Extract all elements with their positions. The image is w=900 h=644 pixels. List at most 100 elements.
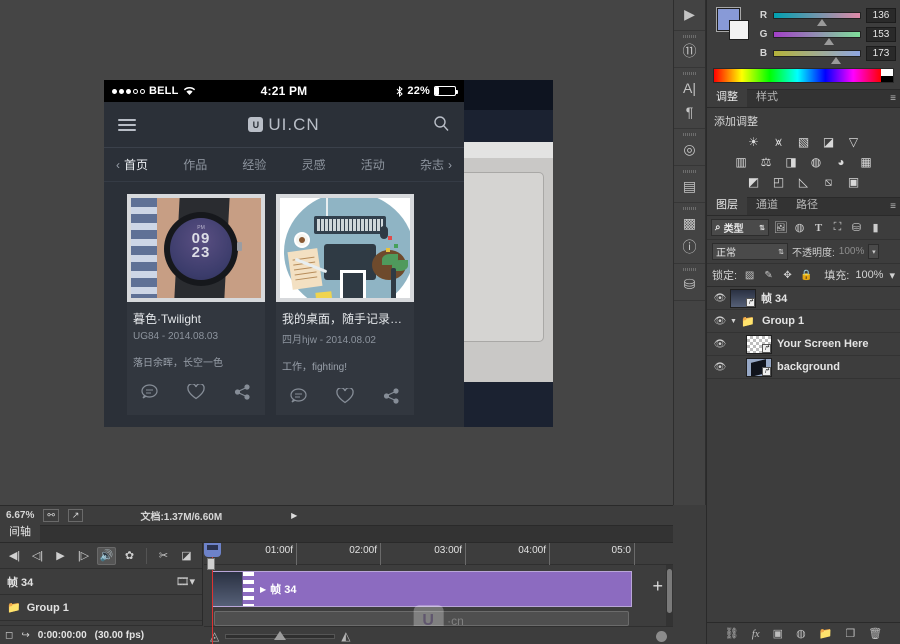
actions-icon[interactable]: ⛁ — [674, 272, 705, 296]
card-item[interactable]: 我的桌面，随手记录… 四月hjw - 2014.08.02 工作，fightin… — [276, 194, 414, 415]
timeline-vertical-scrollbar[interactable] — [666, 565, 673, 626]
filter-adjustment-icon[interactable]: ◍ — [792, 220, 807, 235]
properties-icon[interactable]: ▩ — [674, 211, 705, 235]
character-icon[interactable]: A| — [674, 76, 705, 100]
transition-icon[interactable]: ◪ — [177, 547, 196, 565]
heart-icon[interactable] — [336, 388, 354, 407]
layer-visibility-icon[interactable]: 👁 — [710, 293, 730, 304]
comment-icon[interactable] — [290, 388, 307, 406]
card-thumbnail[interactable]: PM 0923 — [127, 194, 265, 302]
layer-row-your-screen-here[interactable]: 👁 ↱ Your Screen Here — [707, 333, 900, 356]
timeline-transport-controls[interactable]: ◀| ◁| ▶ |▷ 🔊 ✿ ✂ ◪ — [0, 543, 202, 569]
play-arrow-icon[interactable]: ▶ — [291, 511, 297, 520]
filter-shape-icon[interactable]: ⛶ — [830, 220, 845, 235]
color-swatches[interactable] — [717, 8, 751, 40]
timeline-current-time[interactable]: 0:00:00:00 — [38, 630, 87, 641]
hue-saturation-icon[interactable]: ▥ — [732, 154, 750, 170]
layer-row-group1[interactable]: 👁 ▼ 📁 Group 1 — [707, 310, 900, 333]
tab-layers[interactable]: 图层 — [707, 194, 747, 215]
red-slider-track[interactable] — [773, 12, 861, 19]
category-tabs[interactable]: ‹ 首页 作品 经验 灵感 活动 杂志 › — [104, 148, 464, 182]
zoom-in-icon[interactable]: ◭ — [341, 629, 350, 643]
tab-timeline[interactable]: 间轴 — [0, 521, 40, 542]
panel-menu-icon[interactable]: ≡ — [890, 201, 896, 212]
curves-icon[interactable]: ▧ — [795, 134, 813, 150]
zoom-level-label[interactable]: 6.67% — [6, 510, 34, 521]
render-icon[interactable]: ↪ — [21, 630, 29, 641]
fill-stepper[interactable]: ▾ — [889, 269, 895, 282]
heart-icon[interactable] — [187, 384, 205, 403]
share-icon[interactable] — [234, 384, 251, 403]
comment-icon[interactable] — [141, 384, 158, 402]
card-item[interactable]: PM 0923 暮色·Twilight UG84 - 2014.08.03 落日… — [127, 194, 265, 415]
layer-filter-type-select[interactable]: ⌕ 类型 ⇅ — [711, 219, 769, 236]
color-channel-row[interactable]: G 153 — [759, 25, 896, 44]
lock-image-icon[interactable]: ✎ — [762, 269, 775, 282]
card-thumbnail[interactable] — [276, 194, 414, 302]
brush-preset-icon[interactable]: ▶ — [674, 2, 705, 26]
playhead-handle[interactable] — [204, 543, 221, 557]
next-arrow-icon[interactable]: › — [448, 158, 452, 172]
timeline-track-row-frame34[interactable]: 帧 34 🎞▾ — [0, 569, 202, 595]
posterize-icon[interactable]: ◰ — [770, 174, 788, 190]
settings-icon[interactable]: ✿ — [120, 547, 139, 565]
channel-mixer-icon[interactable]: ◕ — [832, 154, 850, 170]
blue-value-field[interactable]: 173 — [866, 46, 896, 61]
tab-paths[interactable]: 路径 — [787, 194, 827, 215]
category-tab-2[interactable]: 经验 — [242, 156, 266, 173]
paragraph-icon[interactable]: ¶ — [674, 100, 705, 124]
threshold-icon[interactable]: ◺ — [795, 174, 813, 190]
filter-toggle-icon[interactable]: ▮ — [868, 220, 883, 235]
tab-channels[interactable]: 通道 — [747, 194, 787, 215]
filter-smart-icon[interactable]: ⛁ — [849, 220, 864, 235]
timeline-resize-knob[interactable] — [656, 631, 667, 642]
panel-icon-rail[interactable]: ▶ ⑪ A| ¶ ◎ ▤ ▩ ⓘ ⛁ — [673, 0, 706, 505]
playhead[interactable] — [212, 543, 213, 644]
timeline-ruler[interactable]: 01:00f 02:00f 03:00f 04:00f 05:0 — [204, 543, 673, 565]
next-frame-icon[interactable]: |▷ — [74, 547, 93, 565]
color-spectrum-ramp[interactable] — [713, 68, 894, 83]
lock-position-icon[interactable]: ✥ — [781, 269, 794, 282]
new-group-icon[interactable]: 📁 — [819, 627, 833, 640]
blue-slider-track[interactable] — [773, 50, 861, 57]
brightness-contrast-icon[interactable]: ☀ — [745, 134, 763, 150]
canvas-area[interactable]: BELL 4:21 PM 22% U — [0, 0, 673, 505]
disclosure-triangle-icon[interactable]: ▶ — [260, 585, 266, 594]
history-icon[interactable]: ◎ — [674, 137, 705, 161]
layer-style-icon[interactable]: fx — [752, 628, 760, 640]
search-icon[interactable] — [433, 115, 450, 135]
photo-filter-icon[interactable]: ◍ — [807, 154, 825, 170]
tab-adjustments[interactable]: 调整 — [707, 86, 747, 107]
disclosure-triangle-icon[interactable]: ▼ — [730, 318, 738, 325]
selective-color-icon[interactable]: ⧅ — [820, 174, 838, 190]
background-color-swatch[interactable] — [729, 20, 749, 40]
adjustment-layer-icon[interactable]: ◍ — [796, 627, 806, 640]
share-icon[interactable] — [383, 388, 400, 407]
panel-menu-icon[interactable]: ≡ — [890, 93, 896, 104]
timeline-zoom-slider[interactable] — [225, 634, 335, 639]
category-tab-4[interactable]: 活动 — [361, 156, 385, 173]
card-actions[interactable] — [127, 375, 265, 411]
layer-visibility-icon[interactable]: 👁 — [710, 316, 730, 327]
red-value-field[interactable]: 136 — [866, 8, 896, 23]
color-balance-icon[interactable]: ⚖ — [757, 154, 775, 170]
category-tab-3[interactable]: 灵感 — [302, 156, 326, 173]
layer-comps-icon[interactable]: ▤ — [674, 174, 705, 198]
filmstrip-menu-icon[interactable]: 🎞▾ — [176, 575, 196, 588]
exposure-icon[interactable]: ◪ — [820, 134, 838, 150]
playhead-marker[interactable] — [207, 558, 215, 570]
go-to-first-frame-icon[interactable]: ◀| — [5, 547, 24, 565]
adjustments-tabs[interactable]: 调整 样式 ≡ — [707, 90, 900, 108]
filter-pixel-icon[interactable]: 🖼 — [773, 220, 788, 235]
split-clip-icon[interactable]: ✂ — [154, 547, 173, 565]
layer-mask-icon[interactable]: ▣ — [773, 627, 783, 640]
layer-row-frame34[interactable]: 👁 ↱ 帧 34 — [707, 287, 900, 310]
3d-axis-icon[interactable]: ⚯ — [43, 509, 59, 522]
lock-all-icon[interactable]: 🔒 — [800, 269, 813, 282]
gradient-map-icon[interactable]: ▣ — [845, 174, 863, 190]
timeline-tabs[interactable]: 间轴 — [0, 526, 673, 543]
invert-icon[interactable]: ◩ — [745, 174, 763, 190]
blend-mode-select[interactable]: 正常 ⇅ — [712, 243, 788, 260]
color-lookup-icon[interactable]: ▦ — [857, 154, 875, 170]
levels-icon[interactable]: ⩙ — [770, 134, 788, 150]
